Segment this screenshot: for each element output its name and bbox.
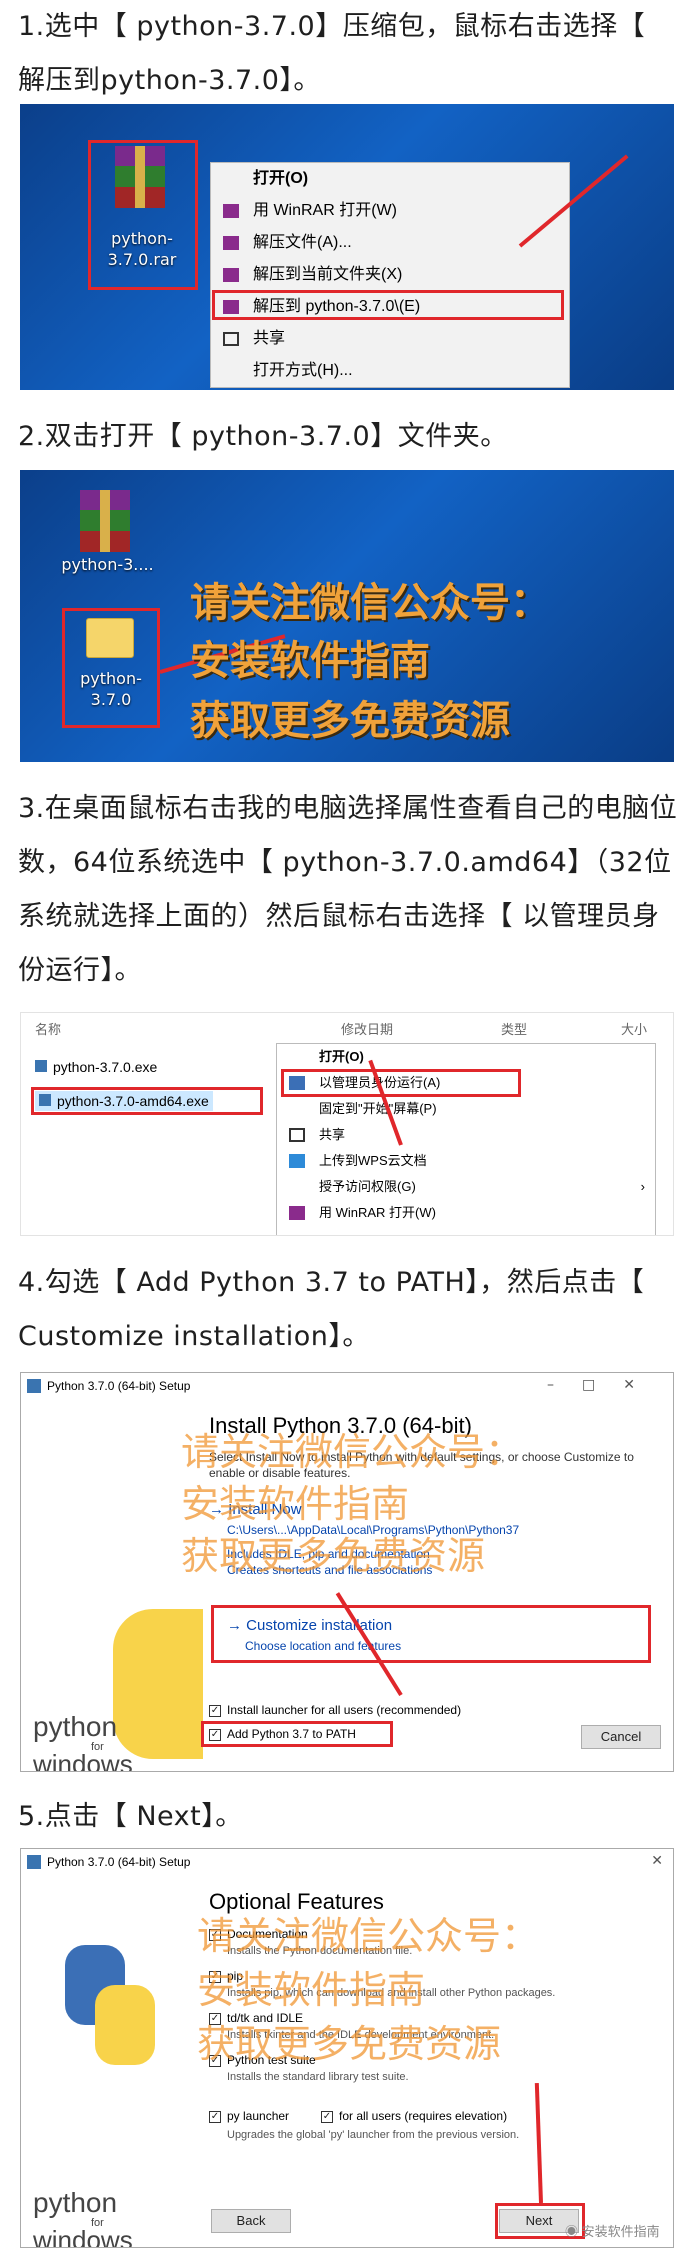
screenshot-run-as-admin: 名称 修改日期 类型 大小 python-3.7.0.exe python-3.… — [20, 1012, 674, 1236]
menu-item-pin-start[interactable]: 固定到"开始"屏幕(P) — [277, 1096, 655, 1122]
menu-item-extract-here[interactable]: 解压到当前文件夹(X) — [211, 259, 569, 291]
screenshot-optional-features: Python 3.7.0 (64-bit) Setup ✕ python for… — [20, 1848, 674, 2248]
chevron-right-icon: › — [640, 1179, 645, 1194]
file-row[interactable]: python-3.7.0.exe — [35, 1059, 157, 1075]
step-3-text: 3.在桌面鼠标右击我的电脑选择属性查看自己的电脑位数，64位系统选中【 pyth… — [18, 793, 678, 986]
python-setup-icon — [27, 1855, 41, 1869]
window-controls: ✕ — [651, 1853, 663, 1869]
file-highlight-box — [31, 1087, 263, 1115]
back-button[interactable]: Back — [211, 2209, 291, 2233]
screenshot-python-installer: Python 3.7.0 (64-bit) Setup –□✕ python f… — [20, 1372, 674, 1772]
winrar-icon — [223, 204, 239, 218]
watermark-line-2: 安装软件指南 — [190, 638, 430, 684]
python-logo-panel: python for windows — [21, 1875, 199, 2247]
menu-item-open[interactable]: 打开(O) — [277, 1044, 655, 1070]
watermark-line-3: 获取更多免费资源 — [197, 2022, 502, 2066]
watermark-line-1: 请关注微信公众号： — [181, 1430, 524, 1474]
menu-item-grant-access[interactable]: 授予访问权限(G) › — [277, 1174, 655, 1200]
watermark-line-1: 请关注微信公众号： — [190, 580, 550, 626]
watermark-line-2: 安装软件指南 — [197, 1968, 426, 2012]
column-header-date[interactable]: 修改日期 — [341, 1019, 393, 1038]
winrar-icon — [289, 1206, 305, 1220]
launcher-label: Install launcher for all users (recommen… — [227, 1703, 462, 1717]
window-title: Python 3.7.0 (64-bit) Setup — [21, 1849, 673, 1875]
rar-file-label: python-3.7.0.rar — [107, 229, 177, 269]
py-launcher-checkbox[interactable]: ✓ — [209, 2111, 221, 2123]
customize-highlight-box — [211, 1605, 651, 1663]
screenshot-extract-menu: python-3.7.0.rar 打开(O) 用 WinRAR 打开(W) 解压… — [20, 104, 674, 390]
launcher-checkbox[interactable]: ✓ — [209, 1705, 221, 1717]
folder-label: python-3.7.0 — [80, 669, 142, 709]
winrar-icon — [223, 236, 239, 250]
run-as-admin-highlight-box — [281, 1069, 521, 1097]
column-header-size[interactable]: 大小 — [621, 1019, 647, 1038]
python-exe-icon — [35, 1060, 47, 1072]
all-users-label: for all users (requires elevation) — [339, 2109, 508, 2123]
logo-text-windows: windows — [33, 2225, 133, 2248]
rar-file-label: python-3.... — [61, 555, 154, 574]
option-desc: Installs the standard library test suite… — [227, 2071, 409, 2083]
menu-item-open-with[interactable]: 打开方式(H)... — [211, 355, 569, 387]
step-5-text: 5.点击【 Next】。 — [18, 1801, 243, 1832]
step-2-text: 2.双击打开【 python-3.7.0】文件夹。 — [18, 421, 508, 452]
menu-item-extract-files[interactable]: 解压文件(A)... — [211, 227, 569, 259]
python-logo-panel: python for windows — [21, 1399, 203, 1772]
wechat-icon: ◉ — [565, 2224, 582, 2239]
step-1-text: 1.选中【 python-3.7.0】压缩包，鼠标右击选择【 解压到python… — [18, 11, 646, 96]
menu-item-open-winrar[interactable]: 用 WinRAR 打开(W) — [211, 195, 569, 227]
watermark-line-3: 获取更多免费资源 — [181, 1534, 486, 1578]
menu-item-upload-wps[interactable]: 上传到WPS云文档 — [277, 1148, 655, 1174]
winrar-icon — [223, 268, 239, 282]
cloud-upload-icon — [289, 1154, 305, 1168]
all-users-checkbox[interactable]: ✓ — [321, 2111, 333, 2123]
screenshot-open-folder: python-3.... python-3.7.0 请关注微信公众号： 安装软件… — [20, 470, 674, 762]
watermark-line-1: 请关注微信公众号： — [197, 1914, 540, 1958]
window-controls: –□✕ — [547, 1377, 663, 1393]
step-4-text: 4.勾选【 Add Python 3.7 to PATH】，然后点击【 Cust… — [18, 1267, 645, 1352]
footer-watermark: ◉ 安装软件指南 — [565, 2224, 660, 2239]
context-menu: 打开(O) 用 WinRAR 打开(W) 解压文件(A)... 解压到当前文件夹… — [210, 162, 570, 388]
menu-item-open[interactable]: 打开(O) — [211, 163, 569, 195]
menu-item-share[interactable]: 共享 — [211, 323, 569, 355]
column-header-name[interactable]: 名称 — [35, 1019, 61, 1038]
py-launcher-label: py launcher — [227, 2109, 290, 2123]
watermark-line-2: 安装软件指南 — [181, 1482, 410, 1526]
logo-text-python: python — [33, 2187, 118, 2218]
extract-highlight-box — [212, 290, 564, 320]
rar-file-icon[interactable] — [80, 490, 130, 552]
column-header-type[interactable]: 类型 — [501, 1019, 527, 1038]
pointer-arrow — [534, 2083, 543, 2204]
logo-text-python: python — [33, 1711, 118, 1742]
python-setup-icon — [27, 1379, 41, 1393]
logo-text-windows: windows — [33, 1749, 133, 1772]
share-icon — [223, 332, 239, 346]
python-logo-yellow-shape — [113, 1609, 203, 1759]
add-path-highlight-box — [201, 1721, 393, 1747]
share-icon — [289, 1128, 305, 1142]
python-logo-yellow-shape — [95, 1985, 155, 2065]
menu-item-open-winrar[interactable]: 用 WinRAR 打开(W) — [277, 1200, 655, 1226]
watermark-line-3: 获取更多免费资源 — [190, 698, 510, 744]
launcher-desc: Upgrades the global 'py' launcher from t… — [227, 2129, 520, 2141]
cancel-button[interactable]: Cancel — [581, 1725, 661, 1749]
menu-item-share[interactable]: 共享 — [277, 1122, 655, 1148]
